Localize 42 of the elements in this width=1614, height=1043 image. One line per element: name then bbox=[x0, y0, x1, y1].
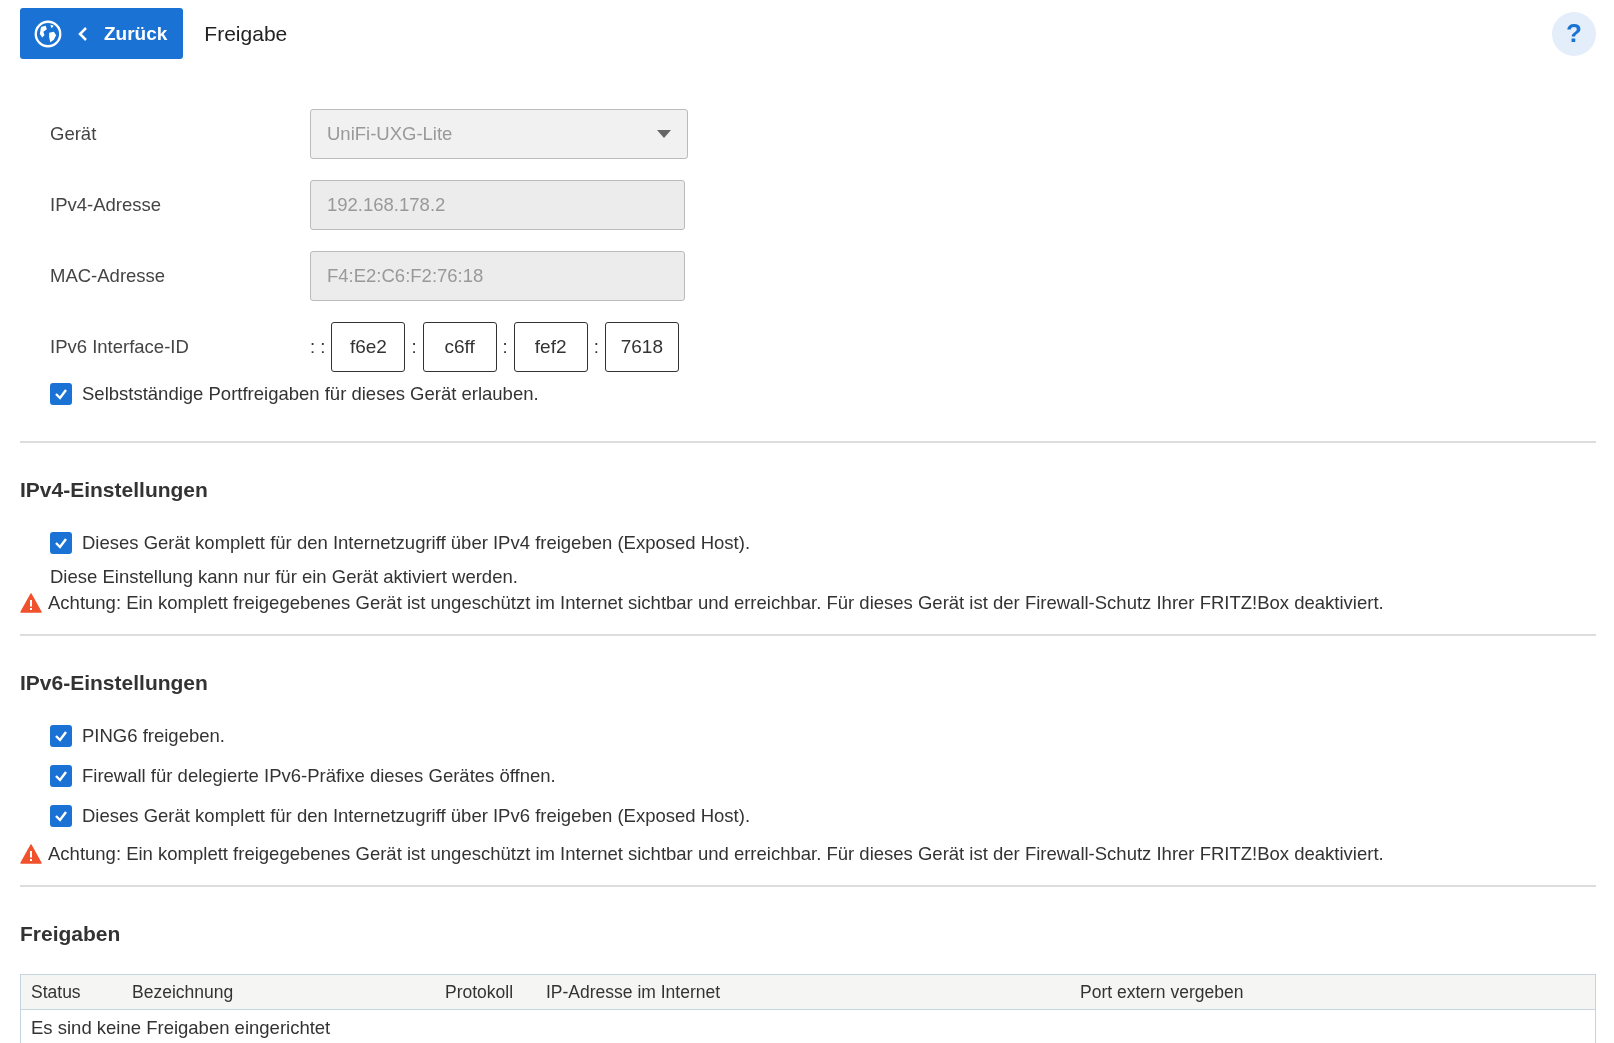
warning-text: Achtung: Ein komplett freigegebenes Gerät ist ungeschützt im Internet sichtbar und erreichbar. Für dieses Gerät ist der Firewall-Schutz Ihrer FRITZ!Box deaktiviert. bbox=[48, 843, 1384, 865]
back-button[interactable]: Zurück bbox=[20, 8, 184, 59]
section-heading: IPv6-Einstellungen bbox=[20, 671, 209, 695]
checkbox[interactable] bbox=[50, 532, 72, 554]
checkbox-label: Dieses Gerät komplett für den Internetzugriff über IPv6 freigeben (Exposed Host). bbox=[82, 805, 751, 827]
separator-text: : : bbox=[310, 336, 326, 358]
column-header: IP-Adresse im Internet bbox=[546, 981, 722, 1003]
checkbox-label: Dieses Gerät komplett für den Internetzugriff über IPv4 freigeben (Exposed Host). bbox=[82, 532, 751, 554]
note-text: Diese Einstellung kann nur für ein Gerät aktiviert werden. bbox=[50, 566, 519, 588]
input-field[interactable]: c6ff bbox=[422, 322, 497, 372]
checkbox[interactable] bbox=[50, 383, 72, 405]
empty-message: Es sind keine Freigaben eingerichtet bbox=[31, 1017, 331, 1039]
checkbox-label: Selbstständige Portfreigaben für dieses Gerät erlauben. bbox=[82, 383, 539, 405]
section-heading: Freigaben bbox=[20, 922, 122, 946]
column-header: Port extern vergeben bbox=[1080, 981, 1244, 1003]
field-label: MAC-Adresse bbox=[50, 265, 167, 287]
input-field[interactable]: 7618 bbox=[604, 322, 679, 372]
chevron-left-icon bbox=[78, 25, 88, 42]
checkbox[interactable] bbox=[50, 765, 72, 787]
checkbox[interactable] bbox=[50, 805, 72, 827]
help-button[interactable]: ? bbox=[1552, 11, 1596, 56]
checkbox[interactable] bbox=[50, 725, 72, 747]
caret-icon bbox=[657, 130, 671, 138]
section-heading: IPv4-Einstellungen bbox=[20, 478, 209, 502]
field-label: IPv6 Interface-ID bbox=[50, 336, 190, 358]
column-header: Status bbox=[31, 981, 82, 1003]
warning-icon bbox=[20, 844, 42, 864]
field-label: Gerät bbox=[50, 123, 98, 145]
page-title: Freigabe bbox=[204, 21, 288, 46]
separator-text: : bbox=[411, 336, 417, 358]
column-header: Protokoll bbox=[445, 981, 515, 1003]
warning-icon bbox=[20, 593, 42, 613]
input-field[interactable]: f6e2 bbox=[331, 322, 406, 372]
checkbox-label: Firewall für delegierte IPv6-Präfixe dieses Gerätes öffnen. bbox=[82, 765, 556, 787]
globe-icon bbox=[34, 19, 62, 48]
checkbox-label: PING6 freigeben. bbox=[82, 725, 225, 747]
column-header: Bezeichnung bbox=[132, 981, 235, 1003]
field-label: IPv4-Adresse bbox=[50, 194, 163, 216]
warning-text: Achtung: Ein komplett freigegebenes Gerät ist ungeschützt im Internet sichtbar und erreichbar. Für dieses Gerät ist der Firewall-Schutz Ihrer FRITZ!Box deaktiviert. bbox=[48, 592, 1384, 614]
separator-text: : bbox=[593, 336, 599, 358]
separator-text: : bbox=[502, 336, 508, 358]
input-field[interactable]: fef2 bbox=[513, 322, 588, 372]
